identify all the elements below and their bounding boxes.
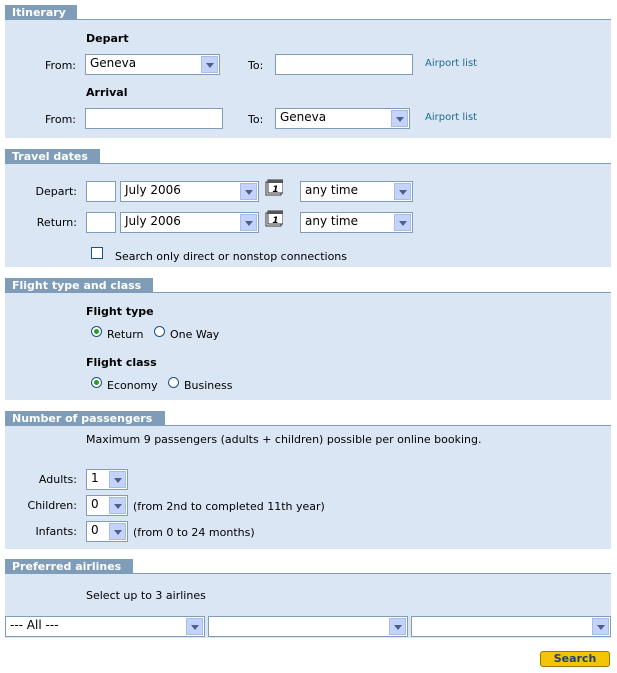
infants-label: Infants:	[35, 525, 77, 538]
depart-from-value: Geneva	[90, 56, 137, 70]
airline-select-3[interactable]	[411, 616, 611, 637]
adults-select[interactable]: 1	[86, 469, 128, 490]
chevron-down-icon	[201, 56, 218, 73]
flight-class-economy-label: Economy	[107, 379, 158, 392]
infants-value: 0	[91, 523, 99, 537]
chevron-down-icon	[240, 214, 257, 231]
passengers-note: Maximum 9 passengers (adults + children)…	[86, 433, 482, 446]
flight-type-heading: Flight type	[86, 305, 154, 318]
arrival-to-label: To:	[248, 113, 264, 126]
children-select[interactable]: 0	[86, 495, 128, 516]
chevron-down-icon	[109, 497, 126, 514]
arrival-heading: Arrival	[86, 86, 128, 99]
return-time-select[interactable]: any time	[300, 212, 413, 233]
depart-airport-list-link[interactable]: Airport list	[425, 58, 477, 69]
flight-type-return-radio[interactable]	[91, 326, 102, 337]
flight-class-economy-radio[interactable]	[91, 377, 102, 388]
arrival-airport-list-link[interactable]: Airport list	[425, 112, 477, 123]
travel-dates-section-title: Travel dates	[5, 149, 100, 164]
chevron-down-icon	[391, 110, 408, 127]
arrival-to-value: Geneva	[280, 110, 327, 124]
return-day-input[interactable]	[86, 212, 116, 233]
itinerary-section-title: Itinerary	[5, 5, 77, 20]
airlines-note: Select up to 3 airlines	[86, 589, 206, 602]
travel-return-label: Return:	[36, 216, 77, 229]
chevron-down-icon	[394, 183, 411, 200]
children-hint: (from 2nd to completed 11th year)	[133, 500, 325, 513]
calendar-icon[interactable]: 1	[265, 179, 283, 196]
depart-from-label: From:	[45, 59, 76, 72]
depart-day-input[interactable]	[86, 181, 116, 202]
flight-class-business-radio[interactable]	[168, 377, 179, 388]
flight-class-business-label: Business	[184, 379, 233, 392]
chevron-down-icon	[389, 618, 406, 635]
depart-heading: Depart	[86, 32, 129, 45]
flight-section-title: Flight type and class	[5, 278, 153, 293]
arrival-from-input[interactable]	[85, 108, 223, 129]
airlines-section-title: Preferred airlines	[5, 559, 133, 574]
children-value: 0	[91, 497, 99, 511]
depart-time-select[interactable]: any time	[300, 181, 413, 202]
adults-value: 1	[91, 471, 99, 485]
return-time-value: any time	[305, 214, 358, 228]
depart-to-input[interactable]	[275, 54, 413, 75]
search-button[interactable]: Search	[540, 651, 610, 667]
passengers-section-title: Number of passengers	[5, 411, 165, 426]
chevron-down-icon	[186, 618, 203, 635]
chevron-down-icon	[240, 183, 257, 200]
chevron-down-icon	[109, 471, 126, 488]
flight-type-oneway-radio[interactable]	[154, 326, 165, 337]
flight-type-oneway-label: One Way	[170, 328, 220, 341]
chevron-down-icon	[109, 523, 126, 540]
travel-depart-label: Depart:	[35, 185, 77, 198]
return-month-value: July 2006	[125, 214, 181, 228]
children-label: Children:	[27, 499, 77, 512]
direct-only-label: Search only direct or nonstop connection…	[115, 250, 348, 263]
chevron-down-icon	[592, 618, 609, 635]
arrival-to-select[interactable]: Geneva	[275, 108, 410, 129]
flight-type-return-label: Return	[107, 328, 144, 341]
calendar-glyph: 1	[272, 216, 278, 226]
chevron-down-icon	[394, 214, 411, 231]
return-month-select[interactable]: July 2006	[120, 212, 259, 233]
arrival-from-label: From:	[45, 113, 76, 126]
depart-time-value: any time	[305, 183, 358, 197]
adults-label: Adults:	[38, 473, 77, 486]
infants-hint: (from 0 to 24 months)	[133, 526, 255, 539]
depart-month-select[interactable]: July 2006	[120, 181, 259, 202]
depart-month-value: July 2006	[125, 183, 181, 197]
depart-to-label: To:	[248, 59, 264, 72]
direct-only-checkbox[interactable]	[91, 247, 103, 259]
airline-select-1-value: --- All ---	[10, 618, 59, 632]
flight-class-heading: Flight class	[86, 356, 157, 369]
airline-select-2[interactable]	[208, 616, 408, 637]
airline-select-1[interactable]: --- All ---	[5, 616, 205, 637]
infants-select[interactable]: 0	[86, 521, 128, 542]
calendar-glyph: 1	[272, 185, 278, 195]
depart-from-select[interactable]: Geneva	[85, 54, 220, 75]
calendar-icon[interactable]: 1	[265, 210, 283, 227]
